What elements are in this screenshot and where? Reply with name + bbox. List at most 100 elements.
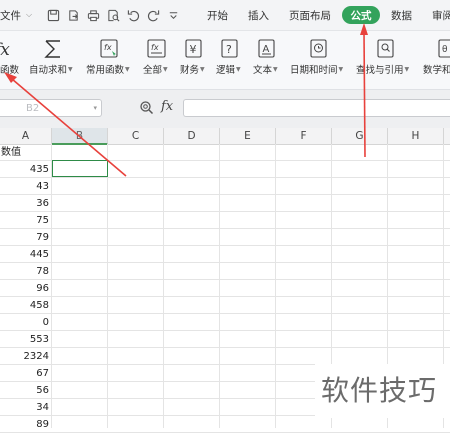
ribbon-item-common-functions-label: 常用函数 (86, 65, 125, 76)
sigma-icon[interactable] (42, 38, 64, 60)
cell-a8[interactable]: 78 (0, 263, 51, 280)
ribbon-item-date-time[interactable]: 日期和时间▼ (290, 62, 343, 76)
export-icon[interactable] (66, 8, 80, 22)
ribbon-item-finance[interactable]: 财务▼ (180, 62, 205, 76)
cell-a7[interactable]: 445 (0, 246, 51, 263)
ribbon-item-autosum[interactable]: 自动求和▼ (29, 62, 73, 76)
grid-row-line (0, 177, 450, 178)
cell-a10[interactable]: 458 (0, 297, 51, 314)
lookup-reference-icon[interactable] (375, 38, 397, 60)
file-menu[interactable]: 文件 ⌵ (0, 0, 32, 30)
svg-text:θ: θ (442, 45, 448, 55)
tab-data-label: 数据 (391, 9, 412, 22)
math-trig-icon[interactable]: θ (437, 38, 450, 60)
column-header-c[interactable]: C (108, 128, 164, 144)
chevron-down-icon: ▼ (404, 66, 410, 73)
cell-a14[interactable]: 67 (0, 365, 51, 382)
cell-a3[interactable]: 43 (0, 178, 51, 195)
cell-a15[interactable]: 56 (0, 382, 51, 399)
tab-review[interactable]: 审阅 (432, 0, 450, 30)
cell-a2[interactable]: 435 (0, 161, 51, 178)
tab-data[interactable]: 数据 (391, 0, 412, 30)
tab-page-layout[interactable]: 页面布局 (289, 0, 331, 30)
menu-bar: 文件 ⌵ 开始 插入 页面布局 公式 数据 审阅 (0, 0, 450, 31)
svg-text:fx: fx (104, 43, 112, 52)
cell-a11[interactable]: 0 (0, 314, 51, 331)
undo-icon[interactable] (126, 8, 140, 22)
grid-row-line (0, 330, 450, 331)
logic-icon[interactable]: ? (219, 38, 241, 60)
customize-chevron-icon[interactable] (166, 8, 180, 22)
grid-row-line (0, 296, 450, 297)
column-header-row: A B C D E F G H (0, 128, 450, 145)
print-icon[interactable] (86, 8, 100, 22)
fx-icon[interactable]: fx (161, 99, 173, 114)
grid-row-line (0, 313, 450, 314)
column-header-a[interactable]: A (0, 128, 52, 144)
chevron-down-icon: ▼ (200, 66, 205, 73)
finance-icon[interactable]: ¥ (183, 38, 205, 60)
tab-formulas[interactable]: 公式 (342, 6, 380, 24)
grid-row-line (0, 228, 450, 229)
cell-a16[interactable]: 34 (0, 399, 51, 416)
chevron-down-icon[interactable]: ⌵ (26, 10, 32, 20)
ribbon-item-logic-label: 逻辑 (216, 65, 236, 76)
watermark: 软件技巧 (315, 364, 450, 418)
grid-row-line (0, 279, 450, 280)
cell-a9[interactable]: 96 (0, 280, 51, 297)
ribbon-item-lookup[interactable]: 查找与引用▼ (356, 62, 409, 76)
tab-home-label: 开始 (207, 9, 228, 22)
date-time-icon[interactable] (308, 38, 330, 60)
cell-a6[interactable]: 79 (0, 229, 51, 246)
column-header-b[interactable]: B (52, 128, 108, 145)
column-header-i[interactable] (444, 128, 450, 144)
save-icon[interactable] (46, 8, 60, 22)
ribbon-item-text[interactable]: 文本▼ (253, 62, 278, 76)
name-box[interactable]: B2 ▾ (0, 99, 102, 117)
fx-insert-function-icon[interactable]: fx (0, 38, 12, 60)
ribbon-item-function[interactable]: 函数 (0, 62, 19, 76)
ribbon-item-math[interactable]: 数学和 (423, 62, 450, 76)
cell-a17[interactable]: 89 (0, 416, 51, 433)
cell-a13[interactable]: 2324 (0, 348, 51, 365)
ribbon-item-autosum-label: 自动求和 (29, 65, 68, 76)
chevron-down-icon: ▼ (338, 66, 344, 73)
print-preview-icon[interactable] (106, 8, 120, 22)
cell-a1[interactable]: 数值 (0, 144, 51, 161)
chevron-down-icon: ▼ (68, 66, 73, 73)
tab-formulas-label: 公式 (350, 9, 372, 22)
selected-cell-b2[interactable] (52, 160, 108, 177)
chevron-down-icon: ▼ (273, 66, 278, 73)
cell-a4[interactable]: 36 (0, 195, 51, 212)
tab-home[interactable]: 开始 (207, 0, 228, 30)
tab-insert-label: 插入 (248, 9, 269, 22)
common-functions-icon[interactable]: fx (99, 38, 121, 60)
cell-a12[interactable]: 553 (0, 331, 51, 348)
ribbon-item-logic[interactable]: 逻辑▼ (216, 62, 241, 76)
cell-a5[interactable]: 75 (0, 212, 51, 229)
zoom-search-icon[interactable] (139, 100, 154, 115)
column-header-d[interactable]: D (164, 128, 220, 144)
all-functions-icon[interactable]: fx (146, 38, 168, 60)
chevron-down-icon[interactable]: ▾ (93, 100, 97, 117)
chevron-down-icon: ▼ (125, 66, 130, 73)
name-box-value: B2 (26, 103, 40, 114)
column-header-g[interactable]: G (332, 128, 388, 144)
column-header-e[interactable]: E (220, 128, 276, 144)
ribbon-item-finance-label: 财务 (180, 65, 200, 76)
column-header-h[interactable]: H (388, 128, 444, 144)
formula-input[interactable] (183, 99, 450, 117)
ribbon-item-all[interactable]: 全部▼ (143, 62, 168, 76)
tab-insert[interactable]: 插入 (248, 0, 269, 30)
grid-column-line (219, 144, 220, 428)
column-header-f[interactable]: F (276, 128, 332, 144)
redo-icon[interactable] (146, 8, 160, 22)
grid-row-line (0, 194, 450, 195)
text-function-icon[interactable]: A (256, 38, 278, 60)
tab-review-label: 审阅 (432, 9, 450, 22)
ribbon-item-common-functions[interactable]: 常用函数▼ (86, 62, 130, 76)
svg-text:fx: fx (0, 40, 10, 60)
ribbon-item-lookup-label: 查找与引用 (356, 65, 404, 76)
grid-row-line (0, 432, 450, 433)
ribbon-item-text-label: 文本 (253, 65, 273, 76)
